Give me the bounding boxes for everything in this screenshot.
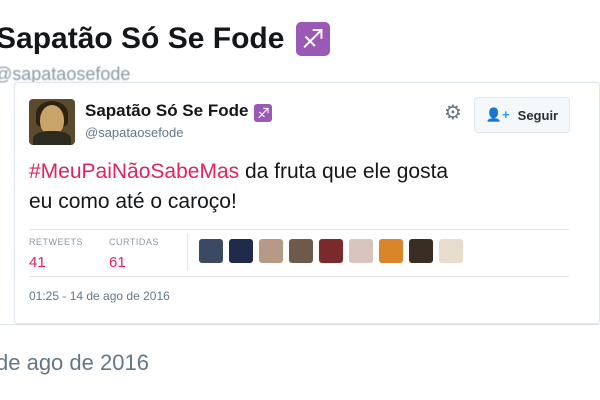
stats-divider-bottom <box>29 276 569 277</box>
tweet-text: #MeuPaiNãoSabeMas da fruta que ele gosta… <box>29 157 589 217</box>
stats-separator <box>187 233 188 271</box>
stats-divider-top <box>29 229 569 230</box>
author-avatar[interactable] <box>29 99 75 145</box>
follow-button[interactable]: 👤+ Seguir <box>474 97 570 133</box>
retweets-stat[interactable]: RETWEETS 41 <box>29 237 83 271</box>
retweets-label: RETWEETS <box>29 237 84 247</box>
person-add-icon: 👤+ <box>485 107 510 122</box>
background-divider <box>0 324 600 325</box>
liker-avatar[interactable] <box>409 239 433 263</box>
liker-avatar[interactable] <box>439 239 463 263</box>
follow-button-label: Seguir <box>517 107 559 123</box>
likes-label: CURTIDAS <box>109 237 159 247</box>
sagittarius-icon: ♐ <box>296 22 330 56</box>
tweet-timestamp[interactable]: 01:25 - 14 de ago de 2016 <box>29 289 170 303</box>
liker-avatar[interactable] <box>379 239 403 263</box>
tweet-text-line1: da fruta que ele gosta <box>239 160 449 183</box>
profile-name-background: Sapatão Só Se Fode <box>0 22 285 55</box>
liker-avatar[interactable] <box>349 239 373 263</box>
sagittarius-icon: ♐ <box>254 104 273 122</box>
liker-avatar[interactable] <box>199 239 223 263</box>
liker-avatar[interactable] <box>259 239 283 263</box>
author-name[interactable]: Sapatão Só Se Fode <box>85 101 248 120</box>
liker-avatar[interactable] <box>289 239 313 263</box>
tweet-card: Sapatão Só Se Fode ♐ @sapataosefode ⚙ 👤+ … <box>14 82 600 324</box>
likes-count: 61 <box>109 254 126 271</box>
retweets-count: 41 <box>29 254 46 271</box>
author-handle[interactable]: @sapataosefode <box>85 125 184 140</box>
gear-icon[interactable]: ⚙ <box>443 103 463 123</box>
hashtag-link[interactable]: #MeuPaiNãoSabeMas <box>29 160 239 183</box>
tweet-text-line2: eu como até o caroço! <box>29 190 237 213</box>
liker-avatar[interactable] <box>229 239 253 263</box>
liker-avatar[interactable] <box>319 239 343 263</box>
likes-stat[interactable]: CURTIDAS 61 <box>109 237 159 271</box>
author-name-row: Sapatão Só Se Fode ♐ <box>85 101 273 122</box>
background-date: de ago de 2016 <box>0 350 149 375</box>
